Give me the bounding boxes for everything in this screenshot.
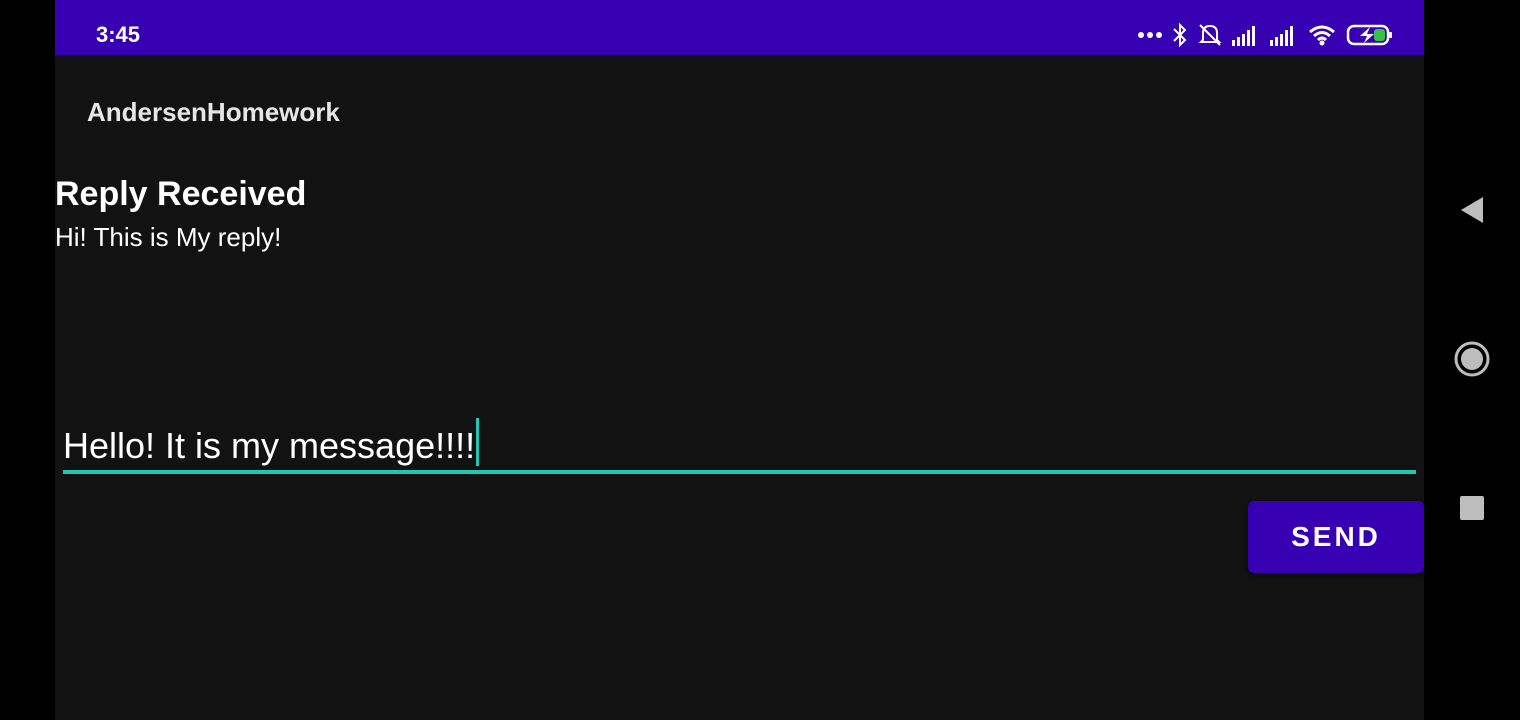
reply-heading: Reply Received <box>55 175 307 213</box>
reply-text: Hi! This is My reply! <box>55 222 282 252</box>
recents-icon <box>1460 496 1484 520</box>
signal-icon <box>1232 26 1255 46</box>
message-input[interactable]: Hello! It is my message!!!! <box>63 418 1416 474</box>
home-button[interactable] <box>1452 339 1492 379</box>
home-icon <box>1454 341 1490 377</box>
send-button[interactable]: SEND <box>1248 501 1424 573</box>
back-button[interactable] <box>1452 190 1492 230</box>
app-title: AndersenHomework <box>87 97 340 127</box>
status-time: 3:45 <box>96 22 141 47</box>
status-icons <box>1138 21 1394 49</box>
navigation-bar <box>1424 0 1520 720</box>
recents-button[interactable] <box>1452 488 1492 528</box>
message-input-value: Hello! It is my message!!!! <box>63 425 476 466</box>
battery-charging-icon <box>1346 24 1392 46</box>
do-not-disturb-icon <box>1198 24 1222 46</box>
app-screen: 3:45 AndersenHomework Reply Received Hi!… <box>55 0 1424 720</box>
more-dots-icon <box>1138 32 1162 38</box>
status-bar: 3:45 <box>55 0 1424 55</box>
bluetooth-icon <box>1173 22 1187 48</box>
signal-icon <box>1270 26 1293 46</box>
wifi-icon <box>1309 25 1335 46</box>
text-cursor <box>476 418 480 466</box>
back-icon <box>1461 197 1483 223</box>
